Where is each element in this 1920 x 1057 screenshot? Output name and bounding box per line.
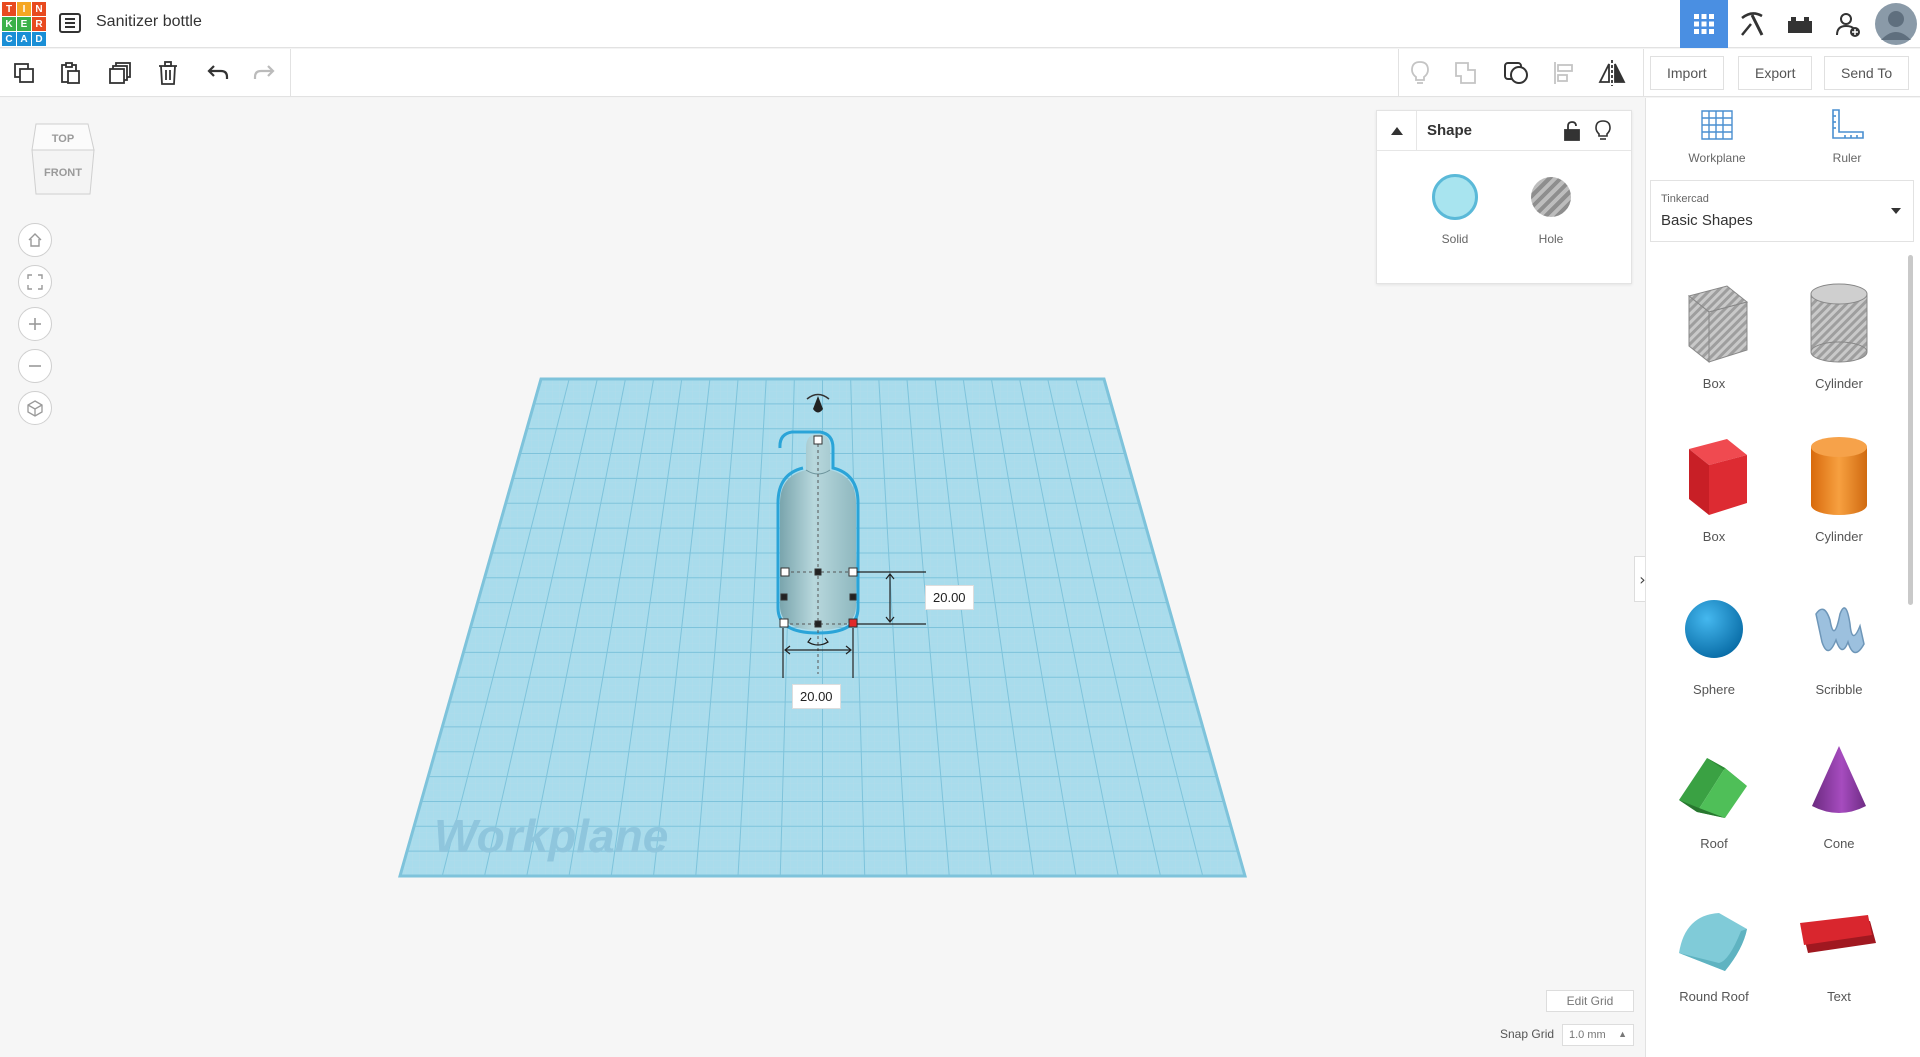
- chevron-down-icon: [1891, 208, 1901, 214]
- shape-label: Box: [1702, 376, 1726, 391]
- solid-label: Solid: [1441, 232, 1469, 246]
- avatar[interactable]: [1872, 0, 1920, 48]
- hole-cylinder-icon: [1810, 283, 1868, 363]
- shapes-sidebar: Workplane Ruler Tinkercad Basic Shapes B…: [1645, 98, 1920, 1057]
- shape-label: Roof: [1700, 836, 1728, 851]
- scribble-icon: [1815, 607, 1865, 654]
- shape-cylinder-hole[interactable]: Cylinder: [1779, 278, 1899, 418]
- shape-roof[interactable]: Roof: [1654, 738, 1774, 878]
- undo-icon[interactable]: [202, 57, 234, 89]
- export-button[interactable]: Export: [1738, 56, 1813, 90]
- ruler-tool-label: Ruler: [1832, 151, 1862, 165]
- solid-swatch[interactable]: [1432, 174, 1478, 220]
- add-user-icon[interactable]: [1824, 0, 1872, 48]
- height-handle[interactable]: [813, 435, 823, 445]
- inspector-title: Shape: [1427, 122, 1473, 139]
- logo-letter: T: [2, 2, 16, 16]
- cone-icon: [1812, 746, 1866, 813]
- workplane-tool[interactable]: Workplane: [1672, 108, 1762, 165]
- shape-label: Cone: [1823, 836, 1855, 851]
- ruler-tool[interactable]: Ruler: [1802, 108, 1892, 165]
- shape-label: Round Roof: [1679, 989, 1749, 1004]
- corner-handle-selected[interactable]: [848, 618, 858, 628]
- copy-icon[interactable]: [8, 57, 40, 89]
- round-roof-icon: [1679, 913, 1747, 971]
- design-title[interactable]: Sanitizer bottle: [96, 13, 202, 31]
- library-provider: Tinkercad: [1661, 193, 1709, 205]
- hole-box-icon: [1687, 285, 1749, 364]
- sidebar-scrollbar[interactable]: [1908, 255, 1913, 605]
- text-3d-icon: [1800, 915, 1876, 953]
- workplane-label: Workplane: [434, 810, 668, 862]
- bulb-icon[interactable]: [1404, 57, 1436, 89]
- duplicate-icon[interactable]: [104, 57, 136, 89]
- grid-view-icon[interactable]: [1680, 0, 1728, 48]
- hole-swatch[interactable]: [1531, 177, 1571, 217]
- import-button[interactable]: Import: [1650, 56, 1724, 90]
- shape-cone[interactable]: Cone: [1779, 738, 1899, 878]
- logo-letter: R: [32, 17, 46, 31]
- logo-letter: I: [17, 2, 31, 16]
- corner-handle[interactable]: [779, 618, 789, 628]
- shape-scribble[interactable]: Scribble: [1779, 584, 1899, 724]
- shape-label: Box: [1702, 529, 1726, 544]
- width-dimension-input[interactable]: 20.00: [792, 684, 841, 709]
- align-icon[interactable]: [1548, 57, 1580, 89]
- edit-grid-button[interactable]: Edit Grid: [1546, 990, 1634, 1012]
- corner-handle[interactable]: [780, 567, 790, 577]
- tinkercad-logo[interactable]: T I N K E R C A D: [2, 2, 46, 46]
- roof-icon: [1679, 758, 1747, 818]
- shape-sphere[interactable]: Sphere: [1654, 584, 1774, 724]
- snap-grid-select[interactable]: 1.0 mm ▲: [1562, 1024, 1634, 1046]
- shape-inspector: Shape Solid Hole: [1376, 110, 1632, 284]
- shape-cylinder[interactable]: Cylinder: [1779, 431, 1899, 571]
- logo-letter: N: [32, 2, 46, 16]
- lock-icon[interactable]: [1563, 121, 1581, 146]
- mirror-icon[interactable]: [1596, 57, 1628, 89]
- design-list-icon[interactable]: [58, 11, 82, 35]
- edge-handle[interactable]: [780, 593, 788, 601]
- shape-library-dropdown[interactable]: Tinkercad Basic Shapes: [1650, 180, 1914, 242]
- caret-up-icon: ▲: [1618, 1029, 1627, 1039]
- redo-icon[interactable]: [248, 57, 280, 89]
- shape-text[interactable]: Text: [1779, 891, 1899, 1031]
- top-bar: T I N K E R C A D Sanitizer bottle: [0, 0, 1920, 48]
- edge-handle[interactable]: [849, 593, 857, 601]
- paste-icon[interactable]: [54, 57, 86, 89]
- delete-icon[interactable]: [152, 57, 184, 89]
- cylinder-icon: [1811, 437, 1867, 515]
- collapse-inspector-button[interactable]: [1377, 111, 1417, 151]
- edit-toolbar: Import Export Send To: [0, 49, 1920, 97]
- shape-label: Cylinder: [1815, 376, 1863, 391]
- logo-letter: D: [32, 32, 46, 46]
- shape-label: Sphere: [1693, 682, 1735, 697]
- snap-grid-value: 1.0 mm: [1569, 1029, 1606, 1041]
- logo-letter: K: [2, 17, 16, 31]
- ungroup-icon[interactable]: [1500, 57, 1532, 89]
- shape-label: Text: [1827, 989, 1851, 1004]
- edge-handle[interactable]: [814, 568, 822, 576]
- shape-label: Scribble: [1815, 682, 1863, 697]
- send-to-button[interactable]: Send To: [1824, 56, 1910, 90]
- shape-box-hole[interactable]: Box: [1654, 278, 1774, 418]
- logo-letter: C: [2, 32, 16, 46]
- shape-round-roof[interactable]: Round Roof: [1654, 891, 1774, 1031]
- workplane-tool-label: Workplane: [1688, 151, 1746, 165]
- visibility-bulb-icon[interactable]: [1595, 120, 1611, 147]
- bricks-icon[interactable]: [1776, 0, 1824, 48]
- pickaxe-icon[interactable]: [1728, 0, 1776, 48]
- shape-box[interactable]: Box: [1654, 431, 1774, 571]
- logo-letter: A: [17, 32, 31, 46]
- box-icon: [1689, 439, 1747, 515]
- corner-handle[interactable]: [848, 567, 858, 577]
- logo-letter: E: [17, 17, 31, 31]
- sphere-icon: [1685, 600, 1743, 658]
- library-name: Basic Shapes: [1661, 212, 1753, 229]
- group-icon[interactable]: [1450, 57, 1482, 89]
- height-dimension-input[interactable]: 20.00: [925, 585, 974, 610]
- edge-handle[interactable]: [814, 620, 822, 628]
- snap-grid-label: Snap Grid: [1500, 1027, 1555, 1041]
- hole-label: Hole: [1538, 232, 1564, 246]
- shape-label: Cylinder: [1815, 529, 1863, 544]
